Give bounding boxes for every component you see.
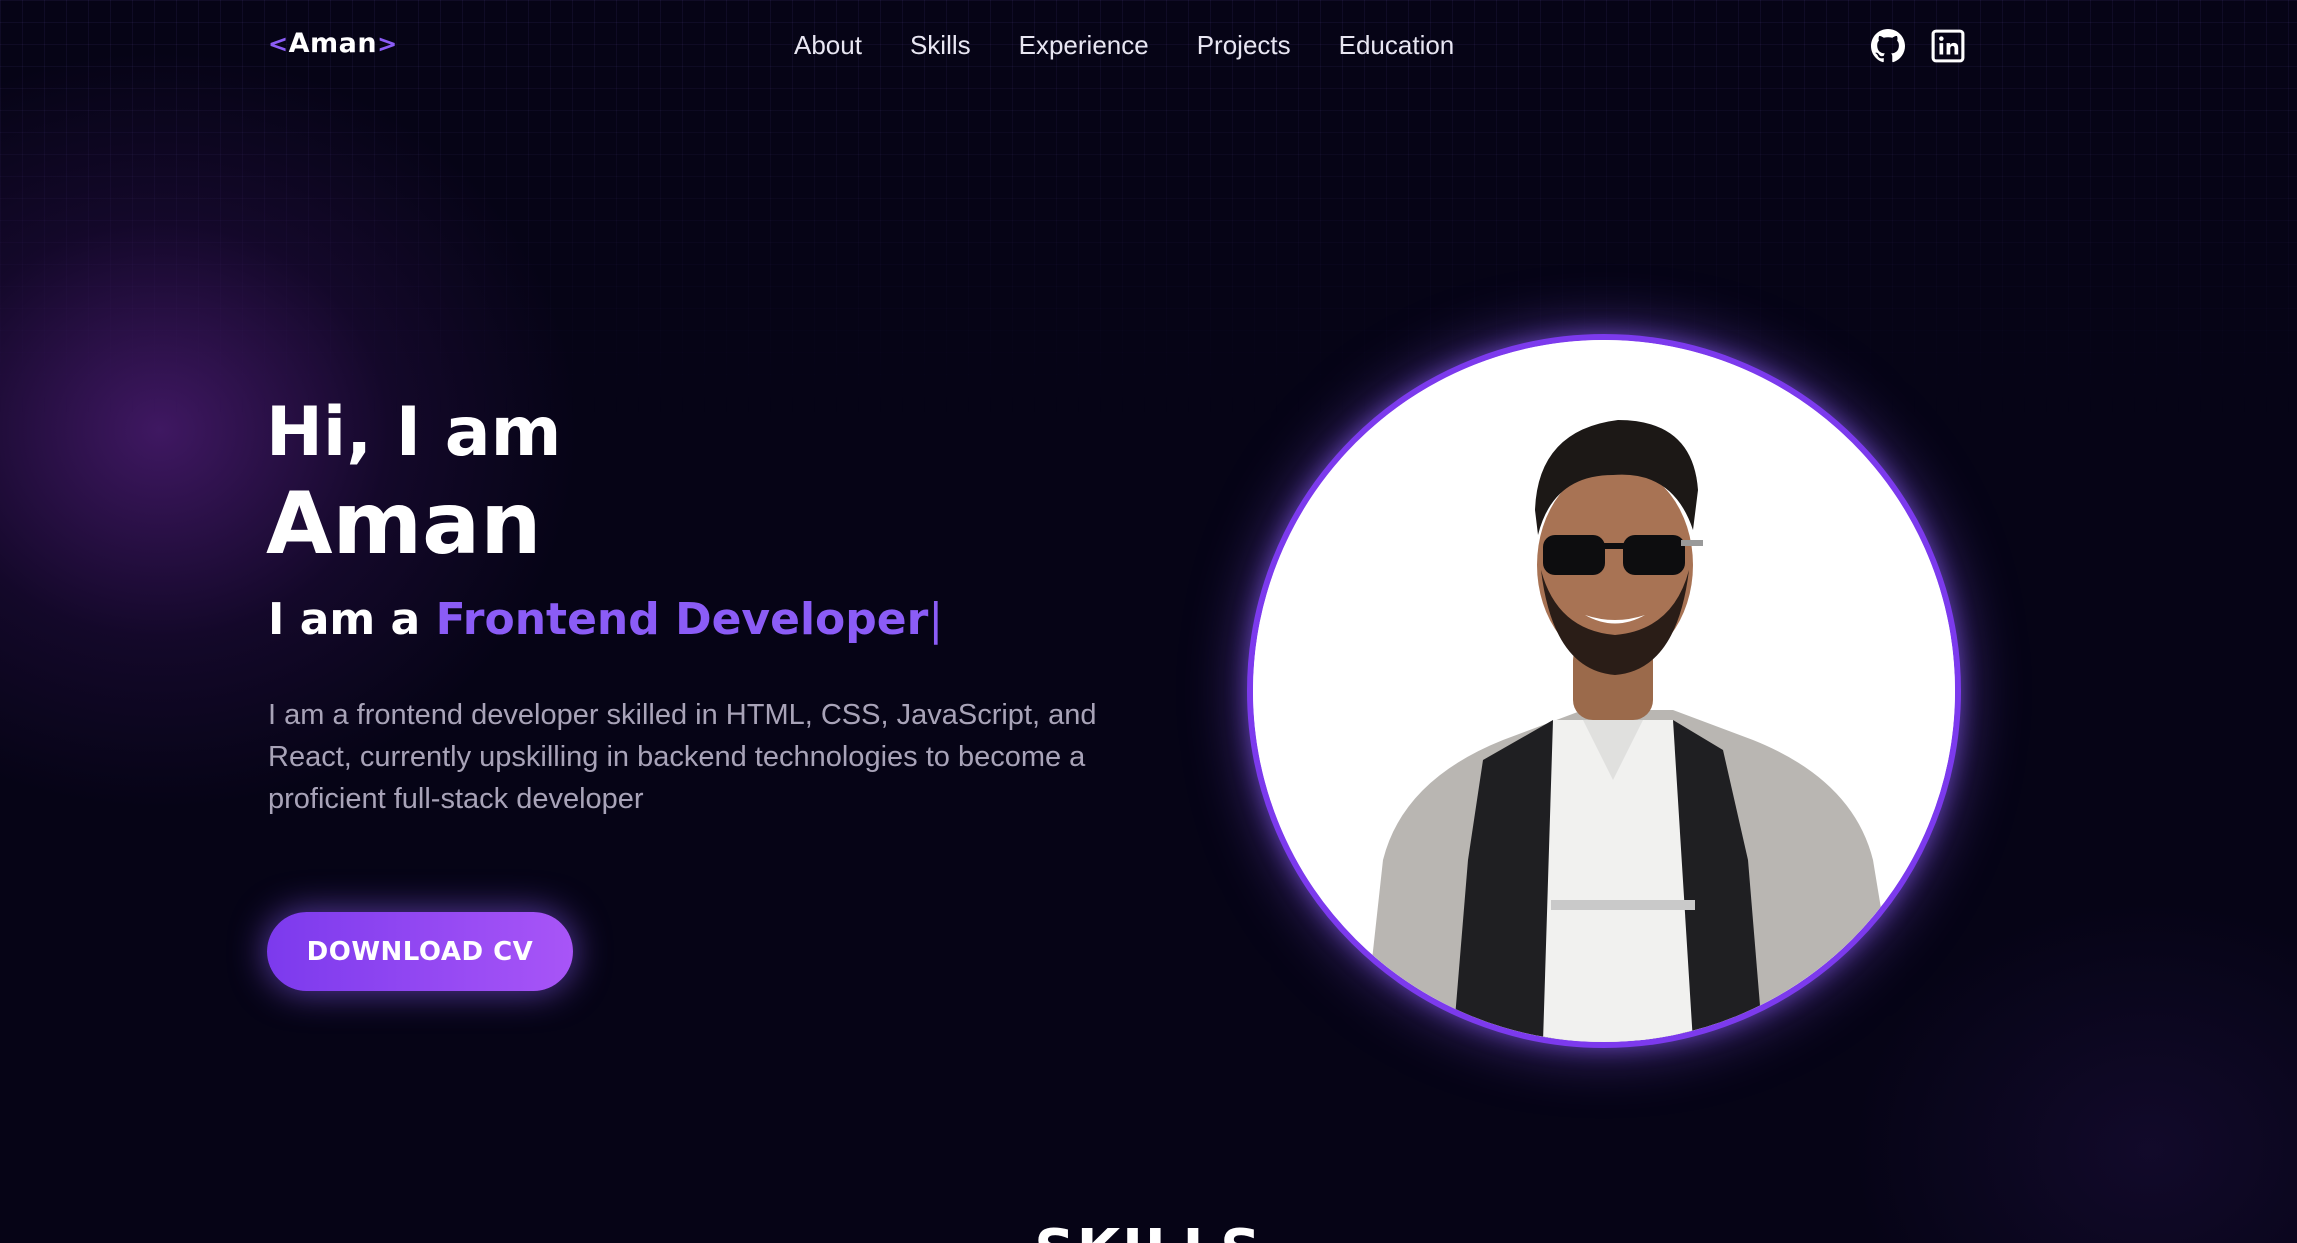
linkedin-icon — [1931, 29, 1965, 63]
hero-bio: I am a frontend developer skilled in HTM… — [268, 699, 1097, 815]
page: < Aman > About Skills Experience Project… — [0, 0, 2297, 1243]
social-links — [1870, 28, 1966, 64]
download-cv-button[interactable]: DOWNLOAD CV — [267, 912, 573, 991]
github-icon — [1871, 29, 1905, 63]
nav-link-skills[interactable]: Skills — [910, 30, 971, 61]
profile-photo-illustration — [1253, 340, 1955, 1042]
hero-role: I am a Frontend Developer| — [268, 592, 943, 648]
role-highlight: Frontend Developer — [435, 594, 929, 645]
nav-link-about[interactable]: About — [794, 30, 862, 61]
hero-name: Aman — [266, 474, 542, 574]
logo-text: Aman — [288, 28, 378, 59]
site-logo[interactable]: < Aman > — [268, 28, 398, 59]
nav-link-experience[interactable]: Experience — [1019, 30, 1149, 61]
nav-link-education[interactable]: Education — [1339, 30, 1455, 61]
logo-close-bracket: > — [377, 29, 398, 58]
hero-greeting: Hi, I am — [266, 393, 562, 472]
nav-links: About Skills Experience Projects Educati… — [794, 30, 1454, 61]
skills-section-title: SKILLS — [0, 1218, 2297, 1243]
nav-link-projects[interactable]: Projects — [1197, 30, 1291, 61]
top-navbar: < Aman > About Skills Experience Project… — [0, 0, 2297, 96]
linkedin-link[interactable] — [1930, 28, 1966, 64]
logo-open-bracket: < — [268, 29, 289, 58]
profile-photo — [1247, 334, 1961, 1048]
role-prefix: I am a — [268, 594, 436, 645]
github-link[interactable] — [1870, 28, 1906, 64]
typing-cursor: | — [928, 594, 944, 645]
